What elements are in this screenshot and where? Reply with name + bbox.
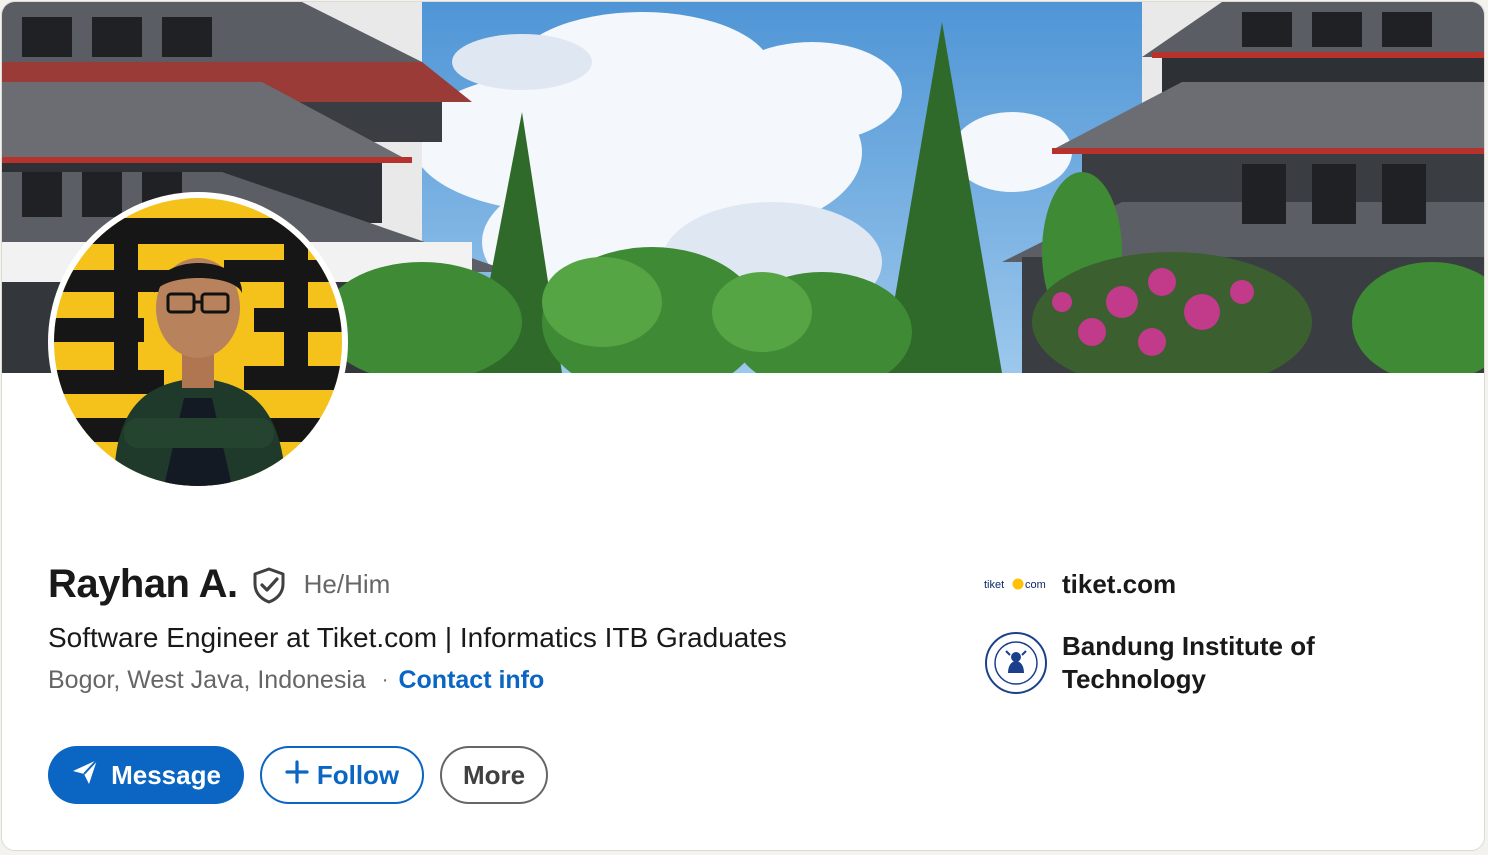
profile-headline: Software Engineer at Tiket.com | Informa…	[48, 622, 787, 653]
paper-plane-icon	[71, 758, 99, 793]
current-company[interactable]: tiket com tiket.com	[984, 564, 1315, 604]
experience-summary: tiket com tiket.com Bandung Institute of	[984, 564, 1315, 721]
follow-button[interactable]: Follow	[260, 746, 424, 804]
school-name-line1: Bandung Institute of	[1062, 631, 1315, 661]
itb-logo	[984, 631, 1048, 695]
message-button-label: Message	[111, 759, 221, 790]
shield-check-icon[interactable]	[250, 566, 288, 604]
svg-text:tiket: tiket	[984, 579, 1004, 591]
plus-icon	[285, 759, 309, 791]
separator-dot: ·	[381, 669, 389, 691]
profile-card: Rayhan A. He/Him Software Engineer at Ti…	[1, 1, 1485, 851]
profile-photo[interactable]	[48, 192, 348, 492]
svg-text:com: com	[1025, 579, 1046, 591]
education-school[interactable]: Bandung Institute of Technology	[984, 630, 1315, 695]
more-button[interactable]: More	[440, 746, 548, 804]
company-name: tiket.com	[1062, 568, 1177, 599]
message-button[interactable]: Message	[48, 746, 244, 804]
tiket-logo: tiket com	[984, 564, 1048, 604]
follow-button-label: Follow	[316, 759, 400, 790]
profile-name: Rayhan A.	[48, 562, 238, 606]
contact-info-link[interactable]: Contact info	[398, 666, 544, 695]
profile-location: Bogor, West Java, Indonesia	[48, 666, 366, 694]
pronouns: He/Him	[303, 569, 391, 599]
more-button-label: More	[462, 759, 526, 790]
school-name-line2: Technology	[1062, 663, 1206, 694]
